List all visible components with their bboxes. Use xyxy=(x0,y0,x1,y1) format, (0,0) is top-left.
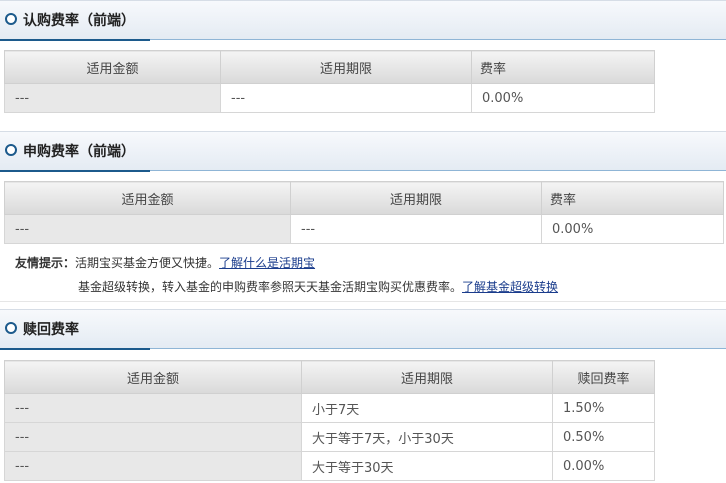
column-header-period: 适用期限 xyxy=(290,181,542,215)
header-rule xyxy=(150,39,726,40)
cell-amount: --- xyxy=(4,214,291,244)
cell-rate: 0.00% xyxy=(552,451,655,481)
section-title: 赎回费率 xyxy=(23,322,79,338)
cell-amount: --- xyxy=(4,83,221,113)
table-header-row: 适用金额 适用期限 赎回费率 xyxy=(4,360,655,394)
learn-huoqibao-link[interactable]: 了解什么是活期宝 xyxy=(219,256,315,270)
friendly-tip: 友情提示：活期宝买基金方便又快捷。了解什么是活期宝 xyxy=(15,254,315,271)
section-title: 申购费率（前端） xyxy=(23,144,135,160)
friendly-tip-2: 基金超级转换，转入基金的申购费率参照天天基金活期宝购买优惠费率。了解基金超级转换 xyxy=(78,278,558,295)
cell-rate: 0.00% xyxy=(471,83,655,113)
column-header-redemption-rate: 赎回费率 xyxy=(552,360,655,394)
section-header-redemption: 赎回费率 xyxy=(0,309,726,350)
column-header-amount: 适用金额 xyxy=(4,360,302,394)
table-row: --- --- 0.00% xyxy=(4,214,724,244)
cell-period: --- xyxy=(220,83,472,113)
title-underline xyxy=(0,348,150,350)
table-row: --- 大于等于7天，小于30天 0.50% xyxy=(4,422,655,452)
cell-amount: --- xyxy=(4,422,302,452)
circle-bullet-icon xyxy=(5,322,17,334)
header-rule xyxy=(150,170,726,171)
subscription-fee-table: 适用金额 适用期限 费率 --- --- 0.00% xyxy=(4,50,655,113)
cell-amount: --- xyxy=(4,393,302,423)
circle-bullet-icon xyxy=(5,13,17,25)
table-row: --- --- 0.00% xyxy=(4,83,655,113)
circle-bullet-icon xyxy=(5,144,17,156)
title-underline xyxy=(0,39,150,41)
cell-rate: 1.50% xyxy=(552,393,655,423)
column-header-amount: 适用金额 xyxy=(4,50,221,84)
column-header-period: 适用期限 xyxy=(301,360,553,394)
section-title: 认购费率（前端） xyxy=(23,13,135,29)
learn-super-conversion-link[interactable]: 了解基金超级转换 xyxy=(462,280,558,294)
cell-rate: 0.00% xyxy=(541,214,724,244)
divider xyxy=(0,301,726,302)
column-header-period: 适用期限 xyxy=(220,50,472,84)
cell-period: 大于等于30天 xyxy=(301,451,553,481)
title-underline xyxy=(0,170,150,172)
tip-label: 友情提示： xyxy=(15,256,76,270)
section-header-purchase: 申购费率（前端） xyxy=(0,131,726,172)
cell-period: 小于7天 xyxy=(301,393,553,423)
table-header-row: 适用金额 适用期限 费率 xyxy=(4,50,655,84)
cell-amount: --- xyxy=(4,451,302,481)
section-header-subscription: 认购费率（前端） xyxy=(0,0,726,41)
header-rule xyxy=(150,348,726,349)
table-row: --- 大于等于30天 0.00% xyxy=(4,451,655,481)
tip-text: 活期宝买基金方便又快捷。 xyxy=(75,256,220,270)
column-header-rate: 费率 xyxy=(541,181,724,215)
column-header-rate: 费率 xyxy=(471,50,655,84)
cell-rate: 0.50% xyxy=(552,422,655,452)
table-row: --- 小于7天 1.50% xyxy=(4,393,655,423)
column-header-amount: 适用金额 xyxy=(4,181,291,215)
cell-period: --- xyxy=(290,214,542,244)
cell-period: 大于等于7天，小于30天 xyxy=(301,422,553,452)
redemption-fee-table: 适用金额 适用期限 赎回费率 --- 小于7天 1.50% --- 大于等于7天… xyxy=(4,360,655,481)
table-header-row: 适用金额 适用期限 费率 xyxy=(4,181,724,215)
purchase-fee-table: 适用金额 适用期限 费率 --- --- 0.00% xyxy=(4,181,724,244)
tip2-text: 基金超级转换，转入基金的申购费率参照天天基金活期宝购买优惠费率。 xyxy=(78,280,463,294)
